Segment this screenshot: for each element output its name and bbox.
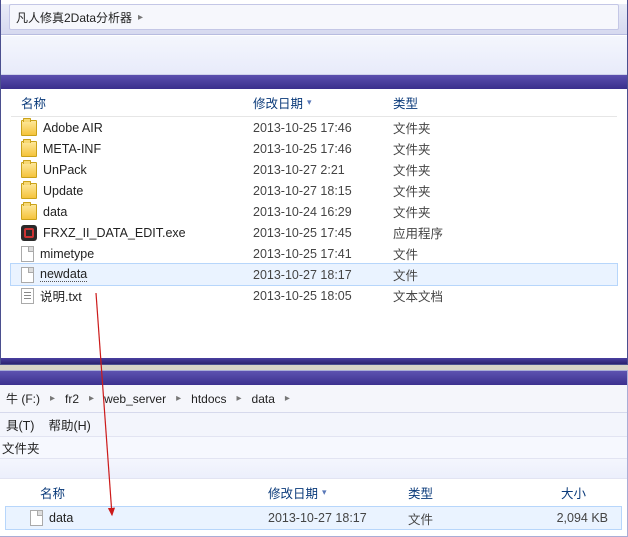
- file-row[interactable]: UnPack 2013-10-27 2:21文件夹: [11, 159, 617, 180]
- header-name[interactable]: 名称: [30, 483, 268, 502]
- header-size[interactable]: 大小: [518, 483, 608, 502]
- breadcrumb-segment[interactable]: 牛 (F:): [2, 390, 44, 407]
- folder-icon: [21, 162, 37, 178]
- file-type: 应用程序: [393, 223, 493, 242]
- toolbar-gap: [0, 459, 627, 479]
- file-name: newdata: [40, 267, 87, 282]
- breadcrumb-segment[interactable]: fr2: [61, 392, 83, 406]
- file-type: 文件夹: [393, 202, 493, 221]
- folder-icon: [21, 141, 37, 157]
- explorer-window-bottom: 牛 (F:) ▸ fr2 ▸ web_server ▸ htdocs ▸ dat…: [0, 370, 628, 537]
- decorative-bar: [0, 371, 627, 385]
- file-date: 2013-10-27 18:17: [253, 268, 393, 282]
- file-name: UnPack: [43, 163, 87, 177]
- file-name: Adobe AIR: [43, 121, 103, 135]
- file-type: 文本文档: [393, 286, 493, 305]
- breadcrumb-segment[interactable]: web_server: [100, 392, 170, 406]
- header-name[interactable]: 名称: [11, 93, 253, 112]
- file-row[interactable]: mimetype 2013-10-25 17:41文件: [11, 243, 617, 264]
- folder-icon: [21, 204, 37, 220]
- window-border-bottom: [1, 358, 627, 364]
- breadcrumb-segment[interactable]: data: [248, 392, 279, 406]
- column-headers[interactable]: 名称 修改日期▾ 类型: [11, 89, 617, 117]
- file-date: 2013-10-27 2:21: [253, 163, 393, 177]
- file-name: Update: [43, 184, 83, 198]
- text-file-icon: [21, 288, 34, 304]
- toolbar-folder-label[interactable]: 文件夹: [2, 438, 40, 457]
- file-row[interactable]: newdata 2013-10-27 18:17文件: [11, 264, 617, 285]
- file-type: 文件: [393, 244, 493, 263]
- breadcrumb-segment[interactable]: 凡人修真2Data分析器: [16, 9, 132, 26]
- file-date: 2013-10-25 17:46: [253, 121, 393, 135]
- file-date: 2013-10-25 17:45: [253, 226, 393, 240]
- chevron-right-icon: ▸: [279, 393, 296, 404]
- file-type: 文件夹: [393, 139, 493, 158]
- application-icon: [21, 225, 37, 241]
- file-date: 2013-10-27 18:15: [253, 184, 393, 198]
- header-date[interactable]: 修改日期▾: [253, 93, 393, 112]
- file-date: 2013-10-25 17:41: [253, 247, 393, 261]
- chevron-right-icon: ▸: [83, 393, 100, 404]
- file-row[interactable]: META-INF 2013-10-25 17:46文件夹: [11, 138, 617, 159]
- file-row[interactable]: 说明.txt 2013-10-25 18:05文本文档: [11, 285, 617, 306]
- folder-icon: [21, 183, 37, 199]
- decorative-bar: [1, 75, 627, 89]
- breadcrumb-segment[interactable]: htdocs: [187, 392, 230, 406]
- header-date[interactable]: 修改日期▾: [268, 483, 408, 502]
- file-type: 文件夹: [393, 160, 493, 179]
- file-icon: [30, 510, 43, 526]
- chevron-right-icon: ▸: [231, 393, 248, 404]
- window-chrome: 凡人修真2Data分析器 ▸: [1, 4, 627, 35]
- file-list-area: 名称 修改日期▾ 类型 Adobe AIR2013-10-25 17:46文件夹…: [1, 89, 627, 306]
- chevron-right-icon: ▸: [132, 12, 149, 23]
- file-type: 文件: [393, 265, 493, 284]
- header-type[interactable]: 类型: [393, 93, 493, 112]
- file-icon: [21, 267, 34, 283]
- menu-bar[interactable]: 具(T) 帮助(H): [0, 413, 627, 437]
- chevron-right-icon: ▸: [44, 393, 61, 404]
- file-type: 文件夹: [393, 118, 493, 137]
- header-type[interactable]: 类型: [408, 483, 518, 502]
- explorer-window-top: 凡人修真2Data分析器 ▸ 名称 修改日期▾ 类型 Adobe AIR 2013…: [0, 0, 628, 365]
- column-headers[interactable]: 名称 修改日期▾ 类型 大小: [6, 479, 621, 507]
- file-row[interactable]: data 2013-10-24 16:29文件夹: [11, 201, 617, 222]
- chevron-right-icon: ▸: [170, 393, 187, 404]
- file-type: 文件: [408, 509, 518, 528]
- breadcrumb[interactable]: 凡人修真2Data分析器 ▸: [9, 4, 619, 30]
- file-date: 2013-10-27 18:17: [268, 511, 408, 525]
- file-name: mimetype: [40, 247, 94, 261]
- file-name: 说明.txt: [40, 286, 82, 305]
- menu-help[interactable]: 帮助(H): [48, 415, 90, 434]
- sort-indicator-icon: ▾: [307, 97, 312, 108]
- file-name: META-INF: [43, 142, 101, 156]
- file-row[interactable]: FRXZ_II_DATA_EDIT.exe 2013-10-25 17:45应用程…: [11, 222, 617, 243]
- file-size: 2,094 KB: [518, 511, 608, 525]
- toolbar: 文件夹: [0, 437, 627, 459]
- file-icon: [21, 246, 34, 262]
- file-row[interactable]: Update 2013-10-27 18:15文件夹: [11, 180, 617, 201]
- file-name: data: [49, 511, 73, 525]
- file-date: 2013-10-25 18:05: [253, 289, 393, 303]
- menu-tools[interactable]: 具(T): [6, 415, 34, 434]
- breadcrumb[interactable]: 牛 (F:) ▸ fr2 ▸ web_server ▸ htdocs ▸ dat…: [0, 385, 627, 413]
- file-row[interactable]: data 2013-10-27 18:17文件2,094 KB: [6, 507, 621, 529]
- file-name: FRXZ_II_DATA_EDIT.exe: [43, 226, 186, 240]
- file-list-area: 名称 修改日期▾ 类型 大小 data 2013-10-27 18:17文件2,0…: [0, 479, 627, 529]
- sort-indicator-icon: ▾: [322, 487, 327, 498]
- file-name: data: [43, 205, 67, 219]
- file-date: 2013-10-24 16:29: [253, 205, 393, 219]
- file-row[interactable]: Adobe AIR 2013-10-25 17:46文件夹: [11, 117, 617, 138]
- toolbar-area: [1, 35, 627, 75]
- file-type: 文件夹: [393, 181, 493, 200]
- file-date: 2013-10-25 17:46: [253, 142, 393, 156]
- folder-icon: [21, 120, 37, 136]
